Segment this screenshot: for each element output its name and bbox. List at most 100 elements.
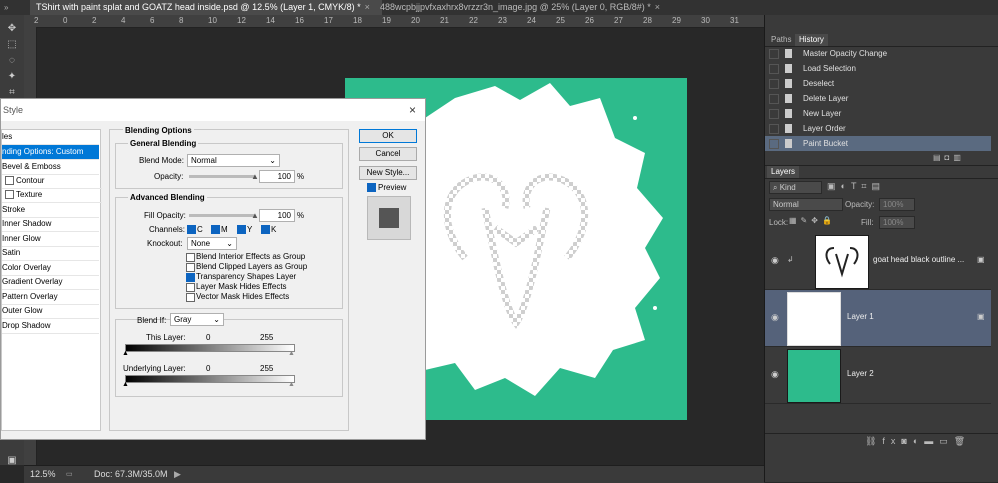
this-layer-low: 0 (206, 333, 211, 342)
history-item[interactable]: Layer Order (765, 121, 991, 136)
layer-style-dialog: Style × les nding Options: Custom Bevel … (0, 98, 426, 440)
fill-opacity-slider[interactable] (189, 214, 255, 217)
history-item-selected[interactable]: Paint Bucket (765, 136, 991, 151)
marquee-tool-icon[interactable]: ⬚ (5, 39, 19, 51)
layer-row-selected[interactable]: ◉ Layer 1 ▣ (765, 290, 991, 347)
blend-mode-select[interactable]: Normal ⌄ (187, 154, 280, 167)
close-icon[interactable]: × (655, 2, 660, 12)
status-menu-icon[interactable]: ▭ (66, 466, 73, 483)
style-item-inner-shadow[interactable]: Inner Shadow (2, 217, 99, 232)
blend-interior-checkbox[interactable] (186, 253, 195, 262)
style-item-texture[interactable]: Texture (2, 188, 102, 203)
visibility-eye-icon[interactable]: ◉ (771, 255, 779, 266)
dialog-titlebar[interactable]: Style × (1, 99, 425, 121)
style-item-bevel[interactable]: Bevel & Emboss (2, 160, 99, 175)
history-item[interactable]: Deselect (765, 76, 991, 91)
history-actions[interactable]: ▤◘▥ (933, 153, 989, 163)
slider-handle-icon[interactable]: ▲ (122, 350, 129, 357)
style-item-contour[interactable]: Contour (2, 174, 102, 189)
tab-history[interactable]: History (795, 34, 828, 46)
style-item-drop-shadow[interactable]: Drop Shadow (2, 319, 99, 334)
style-item-blending-options[interactable]: nding Options: Custom (2, 145, 99, 160)
style-item-color-overlay[interactable]: Color Overlay (2, 261, 99, 276)
tab-layers[interactable]: Layers (767, 166, 800, 178)
cancel-button[interactable]: Cancel (359, 147, 417, 161)
slider-handle-icon[interactable]: ▲ (251, 172, 259, 181)
blend-clipped-checkbox[interactable] (186, 263, 195, 272)
ruler-tick: 2 (92, 16, 97, 25)
smart-object-icon: ▣ (977, 312, 985, 321)
channel-k-checkbox[interactable] (261, 225, 270, 234)
underlying-low: 0 (206, 364, 211, 373)
layer-row[interactable]: ◉ Layer 2 (765, 347, 991, 404)
collapse-icon[interactable]: » (4, 3, 24, 12)
history-item[interactable]: Master Opacity Change (765, 46, 991, 61)
slider-handle-icon[interactable]: ▲ (288, 350, 295, 357)
underlying-high: 255 (260, 364, 274, 373)
document-tab-tshirt[interactable]: TShirt with paint splat and GOATZ head i… (30, 0, 382, 15)
screen-mode-icon[interactable]: ▣ (5, 455, 19, 467)
channel-m-checkbox[interactable] (211, 225, 220, 234)
style-item-stroke[interactable]: Stroke (2, 203, 99, 218)
layer-filter-icons[interactable]: ▣◐T⌗▤ (827, 181, 937, 193)
layer-opacity[interactable]: 100% (879, 198, 915, 211)
channel-y-checkbox[interactable] (237, 225, 246, 234)
close-icon[interactable]: × (365, 2, 370, 12)
layer-name[interactable]: Layer 2 (847, 369, 874, 378)
layer-mask-hides-checkbox[interactable] (186, 283, 195, 292)
texture-checkbox[interactable] (5, 190, 14, 200)
blend-if-select[interactable]: Gray ⌄ (170, 313, 224, 326)
style-item-satin[interactable]: Satin (2, 246, 99, 261)
slider-handle-icon[interactable]: ▲ (288, 381, 295, 388)
knockout-select[interactable]: None ⌄ (187, 237, 237, 250)
history-state-icon (785, 109, 792, 118)
preview-checkbox[interactable] (367, 183, 376, 192)
new-style-button[interactable]: New Style... (359, 166, 417, 180)
visibility-eye-icon[interactable]: ◉ (771, 312, 779, 323)
style-item-inner-glow[interactable]: Inner Glow (2, 232, 99, 247)
magic-wand-tool-icon[interactable]: ✦ (5, 71, 19, 83)
layer-row[interactable]: ◉ ↲ goat head black outline ... ▣ (765, 233, 991, 290)
blend-mode-value: Normal (191, 156, 217, 165)
opacity-field[interactable]: 100 (259, 170, 295, 183)
layer-name[interactable]: Layer 1 (847, 312, 874, 321)
tab-paths[interactable]: Paths (767, 34, 795, 46)
style-item-outer-glow[interactable]: Outer Glow (2, 304, 99, 319)
underlying-gradient[interactable] (125, 375, 295, 383)
right-panels: Paths History Master Opacity Change Load… (764, 15, 998, 482)
channel-c-checkbox[interactable] (187, 225, 196, 234)
lock-icons[interactable]: ▦✎✥🔒 (789, 216, 849, 226)
slider-handle-icon[interactable]: ▲ (251, 211, 259, 220)
advanced-blending-title: Advanced Blending (128, 193, 207, 202)
status-arrow-icon[interactable]: ▶ (174, 466, 181, 483)
vector-mask-hides-checkbox[interactable] (186, 293, 195, 302)
style-item-gradient-overlay[interactable]: Gradient Overlay (2, 275, 99, 290)
lasso-tool-icon[interactable]: ◌ (5, 55, 19, 67)
ruler-tick: 28 (643, 16, 652, 25)
layer-name[interactable]: goat head black outline ... (873, 255, 964, 264)
this-layer-gradient[interactable] (125, 344, 295, 352)
document-tab-bar: » TShirt with paint splat and GOATZ head… (0, 0, 998, 16)
layer-fill[interactable]: 100% (879, 216, 915, 229)
ok-button[interactable]: OK (359, 129, 417, 143)
zoom-level[interactable]: 12.5% (30, 466, 56, 483)
ruler-tick: 24 (527, 16, 536, 25)
history-item[interactable]: Delete Layer (765, 91, 991, 106)
visibility-eye-icon[interactable]: ◉ (771, 369, 779, 380)
contour-checkbox[interactable] (5, 176, 14, 186)
style-item-pattern-overlay[interactable]: Pattern Overlay (2, 290, 99, 305)
move-tool-icon[interactable]: ✥ (5, 23, 19, 35)
close-icon[interactable]: × (409, 99, 416, 121)
opacity-slider[interactable] (189, 175, 255, 178)
transparency-shapes-label: Transparency Shapes Layer (196, 272, 297, 281)
document-tab-image[interactable]: 488wcpbjjpvfxaxhrx8vrzzr3n_image.jpg @ 2… (374, 0, 686, 15)
layer-filter-kind[interactable]: ⌕ Kind (769, 181, 822, 194)
fill-opacity-field[interactable]: 100 (259, 209, 295, 222)
styles-header[interactable]: les (2, 130, 99, 145)
history-item[interactable]: Load Selection (765, 61, 991, 76)
transparency-shapes-checkbox[interactable] (186, 273, 195, 282)
slider-handle-icon[interactable]: ▲ (122, 381, 129, 388)
layer-footer-actions[interactable]: ⛓fx◙◐▬▭🗑 (865, 436, 995, 448)
history-item[interactable]: New Layer (765, 106, 991, 121)
layer-blend-mode[interactable]: Normal (769, 198, 843, 211)
